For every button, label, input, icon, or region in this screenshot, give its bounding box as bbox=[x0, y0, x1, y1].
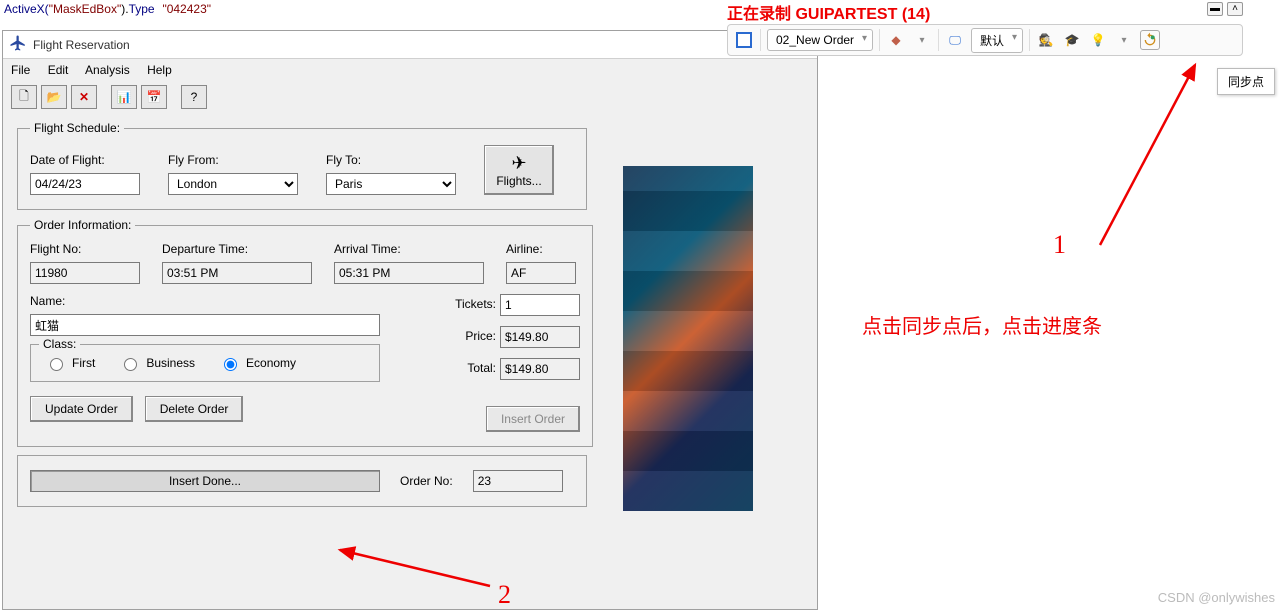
tickets-input[interactable] bbox=[500, 294, 580, 316]
delete-button[interactable]: ✕ bbox=[71, 85, 97, 109]
open-button[interactable]: 📂 bbox=[41, 85, 67, 109]
calendar-button[interactable]: 📅 bbox=[141, 85, 167, 109]
from-select[interactable]: London bbox=[168, 173, 298, 195]
insert-order-button[interactable]: Insert Order bbox=[486, 406, 580, 432]
stop-recording-button[interactable] bbox=[734, 30, 754, 50]
spy-icon[interactable]: 🕵 bbox=[1036, 30, 1056, 50]
arrow-1 bbox=[1070, 55, 1220, 255]
app-icon bbox=[9, 34, 27, 55]
order-legend: Order Information: bbox=[30, 218, 135, 232]
window-title: Flight Reservation bbox=[33, 38, 777, 52]
tickets-label: Tickets: bbox=[436, 297, 496, 311]
menu-analysis[interactable]: Analysis bbox=[85, 63, 130, 77]
radio-business[interactable]: Business bbox=[119, 355, 195, 371]
help-button[interactable]: ? bbox=[181, 85, 207, 109]
airline-label: Airline: bbox=[506, 242, 576, 256]
action-combo[interactable]: 02_New Order bbox=[767, 29, 873, 51]
airplane-icon: ✈ bbox=[511, 153, 526, 174]
dock-button[interactable]: ▬ bbox=[1207, 2, 1223, 16]
dropdown-icon[interactable]: ▾ bbox=[912, 30, 932, 50]
chart-button[interactable]: 📊 bbox=[111, 85, 137, 109]
sync-point-button[interactable] bbox=[1140, 30, 1160, 50]
menu-help[interactable]: Help bbox=[147, 63, 172, 77]
delete-order-button[interactable]: Delete Order bbox=[145, 396, 244, 422]
date-label: Date of Flight: bbox=[30, 153, 140, 167]
radio-economy[interactable]: Economy bbox=[219, 355, 296, 371]
flightno-field bbox=[30, 262, 140, 284]
watermark: CSDN @onlywishes bbox=[1158, 590, 1275, 605]
progress-group: Insert Done... Order No: bbox=[17, 455, 587, 507]
flightno-label: Flight No: bbox=[30, 242, 140, 256]
code-snippet: ActiveX("MaskEdBox").Type "042423" bbox=[0, 0, 1287, 19]
airline-field bbox=[506, 262, 576, 284]
recording-header: 正在录制 GUIPARTEST (14) bbox=[727, 0, 930, 24]
to-select[interactable]: Paris bbox=[326, 173, 456, 195]
dep-field bbox=[162, 262, 312, 284]
package-icon[interactable]: ◆ bbox=[886, 30, 906, 50]
orderno-field bbox=[473, 470, 563, 492]
to-label: Fly To: bbox=[326, 153, 456, 167]
flight-reservation-window: Flight Reservation — File Edit Analysis … bbox=[2, 30, 818, 610]
order-information-group: Order Information: Flight No: Departure … bbox=[17, 218, 593, 447]
recording-header-buttons: ▬ ˄ bbox=[1207, 2, 1243, 16]
from-label: Fly From: bbox=[168, 153, 298, 167]
flight-schedule-group: Flight Schedule: Date of Flight: Fly Fro… bbox=[17, 121, 587, 210]
arr-label: Arrival Time: bbox=[334, 242, 484, 256]
total-label: Total: bbox=[436, 361, 496, 375]
name-label: Name: bbox=[30, 294, 380, 308]
flights-button[interactable]: ✈ Flights... bbox=[484, 145, 554, 195]
new-button[interactable]: 🗋 bbox=[11, 85, 37, 109]
class-legend: Class: bbox=[39, 337, 80, 351]
dep-label: Departure Time: bbox=[162, 242, 312, 256]
hat-icon[interactable]: 🎓 bbox=[1062, 30, 1082, 50]
menubar: File Edit Analysis Help bbox=[3, 59, 817, 81]
progress-bar[interactable]: Insert Done... bbox=[30, 470, 380, 492]
recording-toolbar: 02_New Order ◆ ▾ 🖵 默认 🕵 🎓 💡 ▾ bbox=[727, 24, 1243, 56]
dropdown2-icon[interactable]: ▾ bbox=[1114, 30, 1134, 50]
menu-edit[interactable]: Edit bbox=[48, 63, 69, 77]
class-group: Class: First Business Economy bbox=[30, 344, 380, 382]
price-field bbox=[500, 326, 580, 348]
monitor-icon[interactable]: 🖵 bbox=[945, 30, 965, 50]
titlebar[interactable]: Flight Reservation — bbox=[3, 31, 817, 59]
name-input[interactable] bbox=[30, 314, 380, 336]
update-order-button[interactable]: Update Order bbox=[30, 396, 133, 422]
menu-file[interactable]: File bbox=[11, 63, 30, 77]
date-input[interactable] bbox=[30, 173, 140, 195]
collage-image bbox=[623, 166, 753, 511]
arr-field bbox=[334, 262, 484, 284]
annotation-1: 1 bbox=[1053, 230, 1066, 260]
orderno-label: Order No: bbox=[400, 474, 453, 488]
bulb-icon[interactable]: 💡 bbox=[1088, 30, 1108, 50]
annotation-text: 点击同步点后，点击进度条 bbox=[862, 310, 1102, 339]
price-label: Price: bbox=[436, 329, 496, 343]
flight-schedule-legend: Flight Schedule: bbox=[30, 121, 124, 135]
total-field bbox=[500, 358, 580, 380]
annotation-2: 2 bbox=[498, 580, 511, 610]
default-combo[interactable]: 默认 bbox=[971, 28, 1023, 53]
toolbar: 🗋 📂 ✕ 📊 📅 ? bbox=[3, 81, 817, 113]
sync-tooltip: 同步点 bbox=[1217, 68, 1275, 95]
radio-first[interactable]: First bbox=[45, 355, 95, 371]
collapse-button[interactable]: ˄ bbox=[1227, 2, 1243, 16]
